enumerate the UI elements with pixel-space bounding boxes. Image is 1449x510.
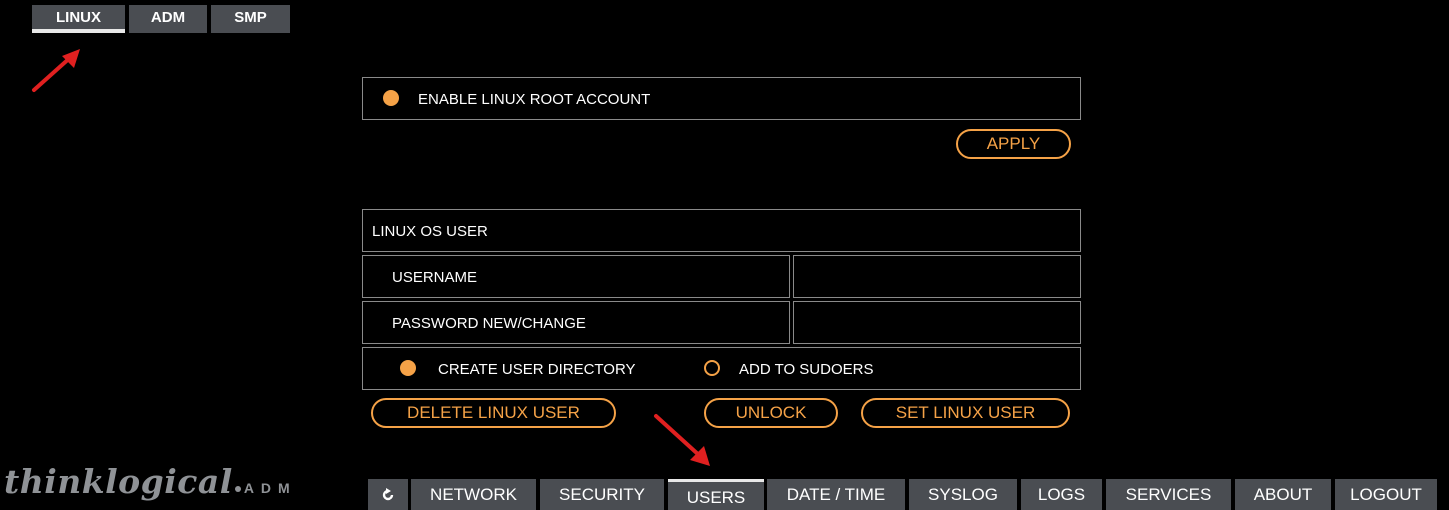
username-input[interactable] (793, 255, 1081, 298)
tab-logs[interactable]: LOGS (1021, 479, 1102, 510)
tab-linux[interactable]: LINUX (32, 5, 125, 33)
add-to-sudoers-radio[interactable] (704, 360, 720, 376)
brand-sub-text: ADM (243, 480, 297, 496)
set-linux-user-button[interactable]: SET LINUX USER (861, 398, 1070, 428)
create-user-directory-radio[interactable] (400, 360, 416, 376)
options-row: CREATE USER DIRECTORY ADD TO SUDOERS (362, 347, 1081, 390)
tab-about[interactable]: ABOUT (1235, 479, 1331, 510)
tab-users[interactable]: USERS (668, 479, 764, 510)
brand-logo-text: thinklogical (4, 462, 233, 501)
tab-smp[interactable]: SMP (211, 5, 290, 33)
username-label-cell: USERNAME (362, 255, 790, 298)
os-user-header: LINUX OS USER (362, 209, 1081, 252)
annotation-arrow-icon (654, 414, 710, 466)
username-label: USERNAME (392, 269, 478, 286)
section-title: LINUX OS USER (372, 223, 488, 240)
password-label: PASSWORD NEW/CHANGE (392, 315, 586, 332)
annotation-arrow-icon (32, 49, 80, 92)
delete-linux-user-button[interactable]: DELETE LINUX USER (371, 398, 616, 428)
tab-logout[interactable]: LOGOUT (1335, 479, 1437, 510)
password-label-cell: PASSWORD NEW/CHANGE (362, 301, 790, 344)
enable-root-radio[interactable] (383, 90, 399, 106)
refresh-icon (382, 488, 394, 501)
unlock-button[interactable]: UNLOCK (704, 398, 838, 428)
brand-logo: thinklogical ADM (4, 462, 297, 501)
password-input[interactable] (793, 301, 1081, 344)
tab-services[interactable]: SERVICES (1106, 479, 1231, 510)
tab-network[interactable]: NETWORK (411, 479, 536, 510)
refresh-button[interactable] (368, 479, 408, 510)
root-account-panel: ENABLE LINUX ROOT ACCOUNT (362, 77, 1081, 120)
tab-date-time[interactable]: DATE / TIME (767, 479, 905, 510)
tab-adm[interactable]: ADM (129, 5, 207, 33)
enable-root-label: ENABLE LINUX ROOT ACCOUNT (418, 91, 651, 108)
brand-dot-icon (234, 486, 241, 492)
page-root: LINUX ADM SMP ENABLE LINUX ROOT ACCOUNT … (0, 0, 1449, 510)
create-user-directory-label: CREATE USER DIRECTORY (438, 361, 636, 378)
apply-button[interactable]: APPLY (956, 129, 1071, 159)
tab-syslog[interactable]: SYSLOG (909, 479, 1017, 510)
tab-security[interactable]: SECURITY (540, 479, 664, 510)
add-to-sudoers-label: ADD TO SUDOERS (739, 361, 874, 378)
